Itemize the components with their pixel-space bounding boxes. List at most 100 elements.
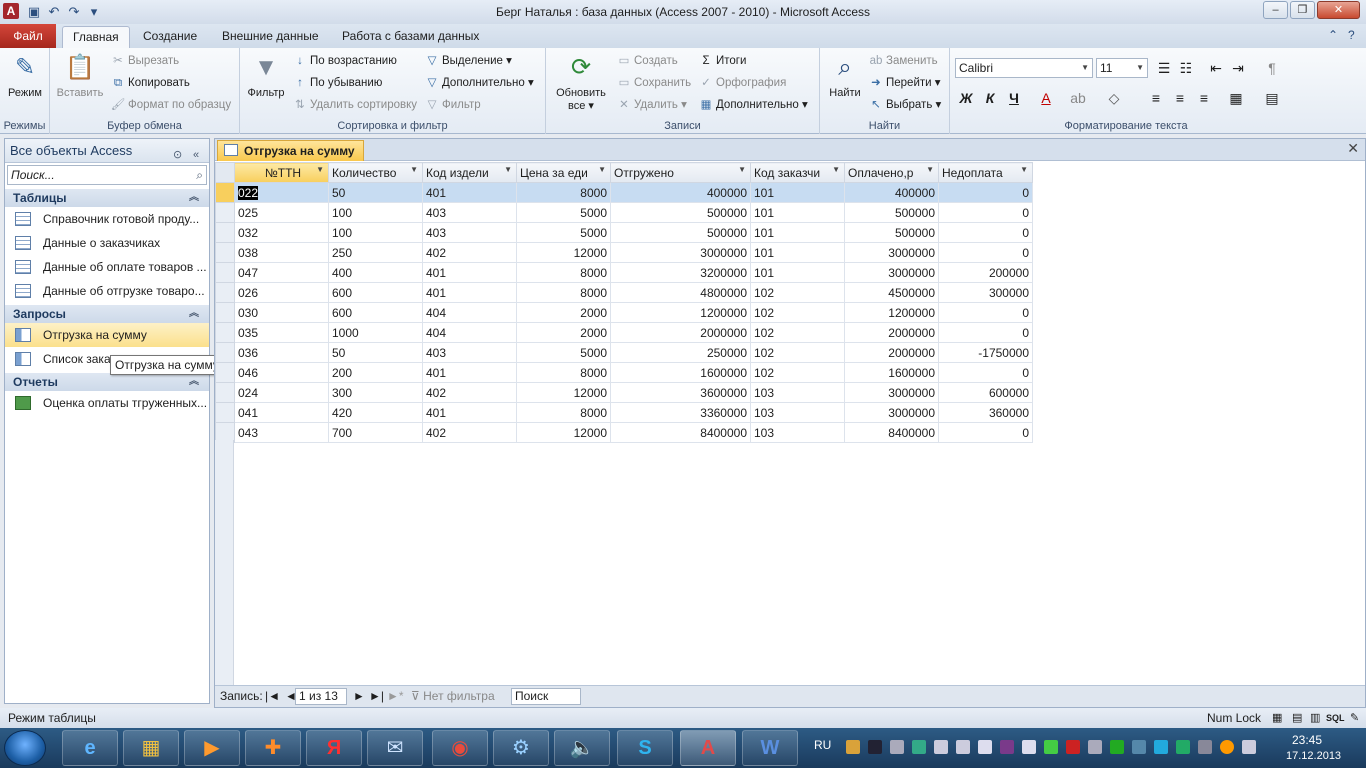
- table-cell[interactable]: 5000: [516, 202, 611, 223]
- tab-file[interactable]: Файл: [0, 24, 56, 48]
- table-cell[interactable]: 401: [422, 262, 517, 283]
- table-cell[interactable]: 401: [422, 282, 517, 303]
- table-cell[interactable]: 403: [422, 202, 517, 223]
- selection-button[interactable]: ▽ Выделение ▾: [424, 52, 512, 70]
- table-cell[interactable]: 8400000: [844, 422, 939, 443]
- table-cell[interactable]: 100: [328, 202, 423, 223]
- new-record-nav-button[interactable]: ►*: [387, 686, 404, 706]
- nav-item-table[interactable]: Данные о заказчиках: [5, 231, 209, 255]
- taskbar-mail-icon[interactable]: ✉: [367, 730, 423, 766]
- table-row[interactable]: 038 250 402 12000 3000000 101 3000000 0: [215, 242, 1033, 263]
- tab-create[interactable]: Создание: [133, 26, 207, 48]
- nav-item-table[interactable]: Данные об отгрузке товаро...: [5, 279, 209, 303]
- document-tab-query[interactable]: Отгрузка на сумму: [217, 140, 364, 161]
- table-cell[interactable]: 102: [750, 322, 845, 343]
- nav-category-reports[interactable]: Отчеты ︽: [5, 373, 209, 391]
- table-cell[interactable]: 1200000: [610, 302, 751, 323]
- table-cell[interactable]: 4500000: [844, 282, 939, 303]
- table-cell[interactable]: 500000: [844, 222, 939, 243]
- table-cell[interactable]: 101: [750, 182, 845, 203]
- table-row[interactable]: 036 50 403 5000 250000 102 2000000 -1750000: [215, 342, 1033, 363]
- column-header[interactable]: Цена за еди ▼: [516, 162, 611, 183]
- table-row[interactable]: 024 300 402 12000 3600000 103 3000000 600000: [215, 382, 1033, 403]
- column-dropdown-icon[interactable]: ▼: [316, 165, 324, 174]
- table-cell[interactable]: 403: [422, 342, 517, 363]
- table-cell[interactable]: 2000000: [844, 342, 939, 363]
- table-row[interactable]: 030 600 404 2000 1200000 102 1200000 0: [215, 302, 1033, 323]
- tab-database-tools[interactable]: Работа с базами данных: [332, 26, 489, 48]
- column-dropdown-icon[interactable]: ▼: [926, 165, 934, 174]
- spelling-button[interactable]: ✓ Орфография: [698, 74, 786, 92]
- bullet-list-icon[interactable]: ☰: [1154, 58, 1174, 78]
- more-records-button[interactable]: ▦ Дополнительно ▾: [698, 96, 808, 114]
- table-cell[interactable]: 0: [938, 422, 1033, 443]
- taskbar-network-icon[interactable]: ⚙: [493, 730, 549, 766]
- table-cell[interactable]: 102: [750, 342, 845, 363]
- table-cell[interactable]: 8000: [516, 362, 611, 383]
- align-left-icon[interactable]: ≡: [1146, 88, 1166, 108]
- copy-button[interactable]: ⧉ Копировать: [110, 74, 190, 92]
- table-row[interactable]: 043 700 402 12000 8400000 103 8400000 0: [215, 422, 1033, 443]
- table-cell[interactable]: 103: [750, 422, 845, 443]
- datasheet-view-icon[interactable]: ▦: [1272, 708, 1282, 728]
- table-row[interactable]: 032 100 403 5000 500000 101 500000 0: [215, 222, 1033, 243]
- find-button[interactable]: ⌕ Найти: [824, 52, 866, 99]
- select-button[interactable]: ↖ Выбрать ▾: [868, 96, 941, 114]
- table-cell[interactable]: 200000: [938, 262, 1033, 283]
- table-cell[interactable]: 12000: [516, 422, 611, 443]
- taskbar-media-player-icon[interactable]: ▶: [184, 730, 240, 766]
- pivottable-view-icon[interactable]: ▤: [1292, 708, 1302, 728]
- select-all-corner[interactable]: [215, 162, 235, 183]
- gridlines-icon[interactable]: ▦: [1226, 88, 1246, 108]
- record-selector[interactable]: [215, 282, 235, 303]
- nav-item-table[interactable]: Справочник готовой проду...: [5, 207, 209, 231]
- taskbar-explorer-icon[interactable]: ▦: [123, 730, 179, 766]
- table-cell[interactable]: 5000: [516, 342, 611, 363]
- table-cell[interactable]: 038: [234, 242, 329, 263]
- table-cell[interactable]: 50: [328, 182, 423, 203]
- record-selector[interactable]: [215, 222, 235, 243]
- close-window-button[interactable]: ✕: [1317, 1, 1360, 19]
- column-dropdown-icon[interactable]: ▼: [738, 165, 746, 174]
- table-cell[interactable]: 402: [422, 382, 517, 403]
- table-cell[interactable]: 043: [234, 422, 329, 443]
- taskbar-word-icon[interactable]: W: [742, 730, 798, 766]
- table-cell[interactable]: 8000: [516, 182, 611, 203]
- table-cell[interactable]: 0: [938, 302, 1033, 323]
- paste-button[interactable]: 📋 Вставить: [54, 52, 106, 99]
- table-cell[interactable]: 500000: [610, 202, 751, 223]
- tray-flag-icon[interactable]: [1022, 740, 1036, 754]
- table-cell[interactable]: 8000: [516, 402, 611, 423]
- nav-category-tables[interactable]: Таблицы ︽: [5, 189, 209, 207]
- tab-home[interactable]: Главная: [62, 26, 130, 48]
- table-cell[interactable]: 3200000: [610, 262, 751, 283]
- taskbar-puzzle-icon[interactable]: ✚: [245, 730, 301, 766]
- align-right-icon[interactable]: ≡: [1194, 88, 1214, 108]
- table-cell[interactable]: 047: [234, 262, 329, 283]
- table-cell[interactable]: 102: [750, 362, 845, 383]
- table-cell[interactable]: 1600000: [610, 362, 751, 383]
- toggle-filter-button[interactable]: ▽ Фильтр: [424, 96, 481, 114]
- no-filter-indicator[interactable]: ⊽ Нет фильтра: [411, 686, 495, 706]
- table-cell[interactable]: 600000: [938, 382, 1033, 403]
- tray-folder-icon[interactable]: [846, 740, 860, 754]
- record-selector[interactable]: [215, 402, 235, 423]
- next-record-button[interactable]: ►: [353, 686, 365, 706]
- table-cell[interactable]: 1600000: [844, 362, 939, 383]
- underline-button[interactable]: Ч: [1004, 88, 1024, 108]
- table-cell[interactable]: 404: [422, 322, 517, 343]
- column-dropdown-icon[interactable]: ▼: [410, 165, 418, 174]
- table-cell[interactable]: 500000: [610, 222, 751, 243]
- table-cell[interactable]: 8400000: [610, 422, 751, 443]
- tray-security-icon[interactable]: [1044, 740, 1058, 754]
- tray-avast-icon[interactable]: [1220, 740, 1234, 754]
- tray-skype-icon[interactable]: [1154, 740, 1168, 754]
- record-selector[interactable]: [215, 362, 235, 383]
- table-cell[interactable]: 4800000: [610, 282, 751, 303]
- decrease-indent-icon[interactable]: ⇤: [1206, 58, 1226, 78]
- taskbar-ie-icon[interactable]: e: [62, 730, 118, 766]
- table-cell[interactable]: 3000000: [610, 242, 751, 263]
- table-cell[interactable]: 103: [750, 382, 845, 403]
- nav-search-input[interactable]: Поиск... ⌕: [7, 165, 207, 185]
- table-cell[interactable]: 0: [938, 322, 1033, 343]
